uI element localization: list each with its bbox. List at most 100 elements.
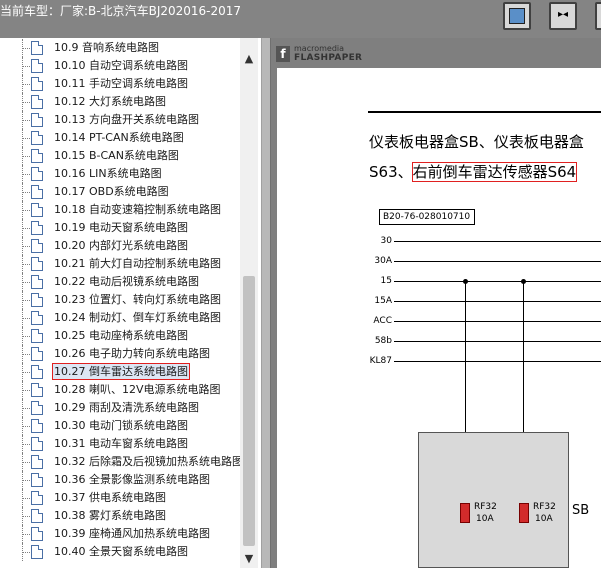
bus-label: 58b bbox=[374, 336, 392, 346]
tree-item[interactable]: 10.18 自动变速箱控制系统电路图 bbox=[0, 201, 245, 219]
bus-line bbox=[394, 361, 601, 362]
tree-item[interactable]: 10.24 制动灯、倒车灯系统电路图 bbox=[0, 309, 245, 327]
tree-item[interactable]: 10.15 B-CAN系统电路图 bbox=[0, 147, 245, 165]
tree-item-label: 10.13 方向盘开关系统电路图 bbox=[54, 113, 199, 126]
tree-item-label: 10.29 雨刮及清洗系统电路图 bbox=[54, 401, 199, 414]
tree-item[interactable]: 10.37 供电系统电路图 bbox=[0, 489, 245, 507]
document-icon bbox=[31, 311, 43, 325]
tree-item-label: 10.40 全景天窗系统电路图 bbox=[54, 545, 188, 558]
tree-item-label: 10.15 B-CAN系统电路图 bbox=[54, 149, 179, 162]
document-icon bbox=[31, 167, 43, 181]
fuse-label: RF32 bbox=[474, 502, 497, 512]
document-icon bbox=[31, 257, 43, 271]
bus-line bbox=[394, 241, 601, 242]
document-icon bbox=[31, 455, 43, 469]
toggle-panel-button[interactable] bbox=[503, 2, 531, 30]
tree-item-label: 10.17 OBD系统电路图 bbox=[54, 185, 169, 198]
document-icon bbox=[31, 221, 43, 235]
tree-item[interactable]: 10.38 雾灯系统电路图 bbox=[0, 507, 245, 525]
document-icon bbox=[31, 509, 43, 523]
tree-item[interactable]: 10.31 电动车窗系统电路图 bbox=[0, 435, 245, 453]
fuse-rating: 10A bbox=[476, 514, 494, 524]
tree-item[interactable]: 10.21 前大灯自动控制系统电路图 bbox=[0, 255, 245, 273]
flashpaper-icon: f bbox=[276, 46, 290, 62]
tree-item-label: 10.9 音响系统电路图 bbox=[54, 41, 159, 54]
bus-label: 30 bbox=[380, 236, 392, 246]
tree-item[interactable]: 10.23 位置灯、转向灯系统电路图 bbox=[0, 291, 245, 309]
tree-item-label: 10.14 PT-CAN系统电路图 bbox=[54, 131, 184, 144]
tree-scrollbar[interactable]: ▲ ▼ bbox=[240, 38, 258, 568]
tree-item[interactable]: 10.22 电动后视镜系统电路图 bbox=[0, 273, 245, 291]
tree-item[interactable]: 10.25 电动座椅系统电路图 bbox=[0, 327, 245, 345]
scroll-up-icon[interactable]: ▲ bbox=[242, 52, 256, 66]
bus-label: KL87 bbox=[369, 356, 392, 366]
tree-item[interactable]: 10.29 雨刮及清洗系统电路图 bbox=[0, 399, 245, 417]
tree-item[interactable]: 10.14 PT-CAN系统电路图 bbox=[0, 129, 245, 147]
tree-item-label: 10.37 供电系统电路图 bbox=[54, 491, 166, 504]
document-icon bbox=[31, 131, 43, 145]
tree-item[interactable]: 10.16 LIN系统电路图 bbox=[0, 165, 245, 183]
document-icon bbox=[31, 419, 43, 433]
fit-page-button[interactable]: ◂▸ bbox=[595, 2, 601, 30]
tree-item[interactable]: 10.10 自动空调系统电路图 bbox=[0, 57, 245, 75]
highlighted-component: 右前倒车雷达传感器S64 bbox=[411, 162, 578, 182]
header-rule bbox=[368, 111, 601, 113]
tree-item[interactable]: 10.9 音响系统电路图 bbox=[0, 39, 245, 57]
flashpaper-logo: f macromedia FLASHPAPER bbox=[276, 44, 396, 66]
document-icon bbox=[31, 383, 43, 397]
tree-item-label: 10.39 座椅通风加热系统电路图 bbox=[54, 527, 210, 540]
document-icon bbox=[31, 185, 43, 199]
tree-item-label: 10.26 电子助力转向系统电路图 bbox=[54, 347, 210, 360]
tree-item-label: 10.11 手动空调系统电路图 bbox=[54, 77, 188, 90]
document-icon bbox=[31, 401, 43, 415]
tree-item[interactable]: 10.12 大灯系统电路图 bbox=[0, 93, 245, 111]
tree-item[interactable]: 10.28 喇叭、12V电源系统电路图 bbox=[0, 381, 245, 399]
tree-item[interactable]: 10.27 倒车雷达系统电路图 bbox=[0, 363, 245, 381]
panel-icon bbox=[509, 8, 525, 24]
document-icon bbox=[31, 59, 43, 73]
tree-item-label: 10.10 自动空调系统电路图 bbox=[54, 59, 188, 72]
title-bar: 当前车型：厂家:B-北京汽车BJ202016-2017 ▸◂ ◂▸ bbox=[0, 0, 601, 38]
viewer-side-bar bbox=[262, 38, 271, 568]
tree-item-label: 10.32 后除霜及后视镜加热系统电路图 bbox=[54, 455, 243, 468]
tree-item[interactable]: 10.11 手动空调系统电路图 bbox=[0, 75, 245, 93]
scroll-down-icon[interactable]: ▼ bbox=[242, 552, 256, 566]
bus-line bbox=[394, 321, 601, 322]
fuse-box-label: SB bbox=[572, 503, 590, 518]
fit-width-button[interactable]: ▸◂ bbox=[549, 2, 577, 30]
tree-item-label: 10.20 内部灯光系统电路图 bbox=[54, 239, 188, 252]
tree-item[interactable]: 10.19 电动天窗系统电路图 bbox=[0, 219, 245, 237]
tree-item[interactable]: 10.26 电子助力转向系统电路图 bbox=[0, 345, 245, 363]
tree-item[interactable]: 10.36 全景影像监测系统电路图 bbox=[0, 471, 245, 489]
tree-item[interactable]: 10.13 方向盘开关系统电路图 bbox=[0, 111, 245, 129]
tree-item[interactable]: 10.39 座椅通风加热系统电路图 bbox=[0, 525, 245, 543]
fuse-label: RF32 bbox=[533, 502, 556, 512]
junction-dot bbox=[521, 279, 526, 284]
tree-item[interactable]: 10.30 电动门锁系统电路图 bbox=[0, 417, 245, 435]
document-icon bbox=[31, 473, 43, 487]
tree-item[interactable]: 10.17 OBD系统电路图 bbox=[0, 183, 245, 201]
bus-line bbox=[394, 281, 601, 282]
scroll-thumb[interactable] bbox=[243, 276, 255, 546]
tree-item[interactable]: 10.20 内部灯光系统电路图 bbox=[0, 237, 245, 255]
document-icon bbox=[31, 545, 43, 559]
document-icon bbox=[31, 41, 43, 55]
bus-line bbox=[394, 341, 601, 342]
bus-label: ACC bbox=[373, 316, 392, 326]
chapter-tree: 10.9 音响系统电路图 10.10 自动空调系统电路图 10.11 手动空调系统电… bbox=[0, 38, 262, 568]
document-icon bbox=[31, 239, 43, 253]
bus-label: 15A bbox=[374, 296, 392, 306]
document-icon bbox=[31, 527, 43, 541]
tree-item-label: 10.18 自动变速箱控制系统电路图 bbox=[54, 203, 221, 216]
tree-item-label: 10.24 制动灯、倒车灯系统电路图 bbox=[54, 311, 221, 324]
tree-item[interactable]: 10.32 后除霜及后视镜加热系统电路图 bbox=[0, 453, 245, 471]
tree-item-label: 10.21 前大灯自动控制系统电路图 bbox=[54, 257, 221, 270]
tree-item[interactable]: 10.40 全景天窗系统电路图 bbox=[0, 543, 245, 561]
tree-item-label: 10.31 电动车窗系统电路图 bbox=[54, 437, 188, 450]
bus-line bbox=[394, 261, 601, 262]
document-icon bbox=[31, 149, 43, 163]
junction-dot bbox=[463, 279, 468, 284]
fit-width-icon: ▸◂ bbox=[557, 9, 569, 20]
tree-item-label: 10.19 电动天窗系统电路图 bbox=[54, 221, 188, 234]
diagram-code: B20-76-028010710 bbox=[379, 209, 475, 225]
